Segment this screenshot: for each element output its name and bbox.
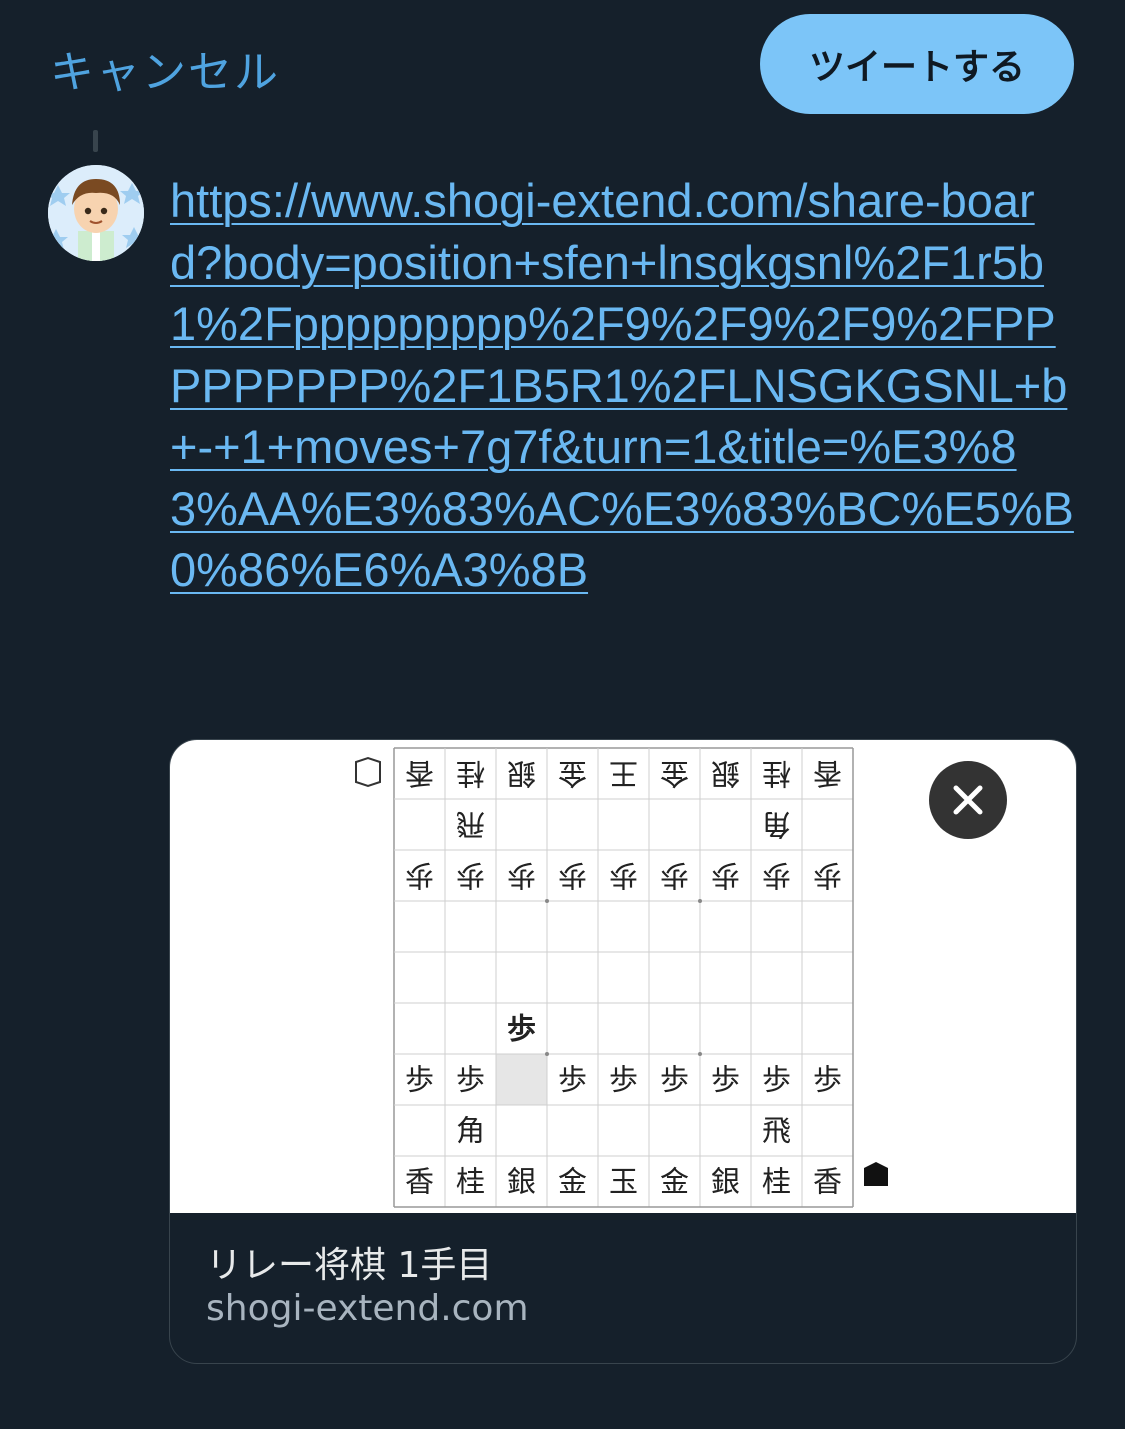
gote-piece: 香 (813, 757, 842, 791)
sente-piece: 香 (405, 1165, 434, 1199)
gote-piece: 銀 (507, 757, 536, 791)
sente-piece: 桂 (762, 1165, 791, 1199)
sente-piece: 歩 (660, 1063, 689, 1097)
sente-piece: 歩 (762, 1063, 791, 1097)
card-domain: shogi-extend.com (206, 1288, 529, 1329)
sente-piece: 角 (456, 1114, 485, 1148)
gote-piece: 王 (609, 757, 638, 791)
avatar[interactable] (48, 165, 144, 261)
sente-piece: 歩 (507, 1012, 536, 1046)
sente-piece: 歩 (558, 1063, 587, 1097)
card-image: 香桂銀金王金銀桂香飛角歩歩歩歩歩歩歩歩歩歩歩歩歩歩歩歩歩歩角飛香桂銀金玉金銀桂香 (170, 740, 1076, 1213)
gote-piece: 歩 (762, 859, 791, 893)
sente-piece: 歩 (456, 1063, 485, 1097)
sente-piece: 金 (558, 1165, 587, 1199)
sente-piece: 銀 (507, 1165, 536, 1199)
gote-piece: 桂 (762, 757, 791, 791)
sente-piece: 歩 (609, 1063, 638, 1097)
sente-piece: 銀 (711, 1165, 740, 1199)
tweet-link-text[interactable]: https://www.shogi-extend.com/share-board… (170, 170, 1080, 601)
gote-piece: 飛 (456, 808, 485, 842)
tweet-button[interactable]: ツイートする (760, 14, 1074, 114)
sente-piece: 桂 (456, 1165, 485, 1199)
sente-piece: 飛 (762, 1114, 791, 1148)
gote-piece: 金 (558, 757, 587, 791)
board-star-point (545, 1052, 549, 1056)
thread-line (93, 130, 98, 152)
close-card-button[interactable] (929, 761, 1007, 839)
gote-marker-icon (355, 756, 381, 788)
user-avatar-icon (48, 165, 144, 261)
gote-piece: 金 (660, 757, 689, 791)
board-star-point (698, 1052, 702, 1056)
sente-piece: 歩 (711, 1063, 740, 1097)
gote-piece: 歩 (711, 859, 740, 893)
sente-piece: 歩 (405, 1063, 434, 1097)
gote-piece: 歩 (456, 859, 485, 893)
gote-piece: 歩 (609, 859, 638, 893)
gote-piece: 角 (762, 808, 791, 842)
sente-piece: 香 (813, 1165, 842, 1199)
gote-piece: 銀 (711, 757, 740, 791)
gote-piece: 歩 (558, 859, 587, 893)
gote-piece: 歩 (660, 859, 689, 893)
gote-piece: 歩 (813, 859, 842, 893)
board-star-point (698, 899, 702, 903)
board-star-point (545, 899, 549, 903)
sente-piece: 歩 (813, 1063, 842, 1097)
gote-piece: 歩 (507, 859, 536, 893)
sente-piece: 玉 (609, 1165, 638, 1199)
link-preview-card[interactable]: 香桂銀金王金銀桂香飛角歩歩歩歩歩歩歩歩歩歩歩歩歩歩歩歩歩歩角飛香桂銀金玉金銀桂香… (169, 739, 1077, 1364)
sente-piece: 金 (660, 1165, 689, 1199)
gote-piece: 桂 (456, 757, 485, 791)
close-icon (953, 785, 983, 815)
sente-marker-icon (864, 1162, 888, 1186)
card-title: リレー将棋 1手目 (206, 1245, 493, 1286)
cancel-button[interactable]: キャンセル (50, 36, 280, 100)
last-move-square (496, 1054, 547, 1105)
gote-piece: 歩 (405, 859, 434, 893)
gote-piece: 香 (405, 757, 434, 791)
